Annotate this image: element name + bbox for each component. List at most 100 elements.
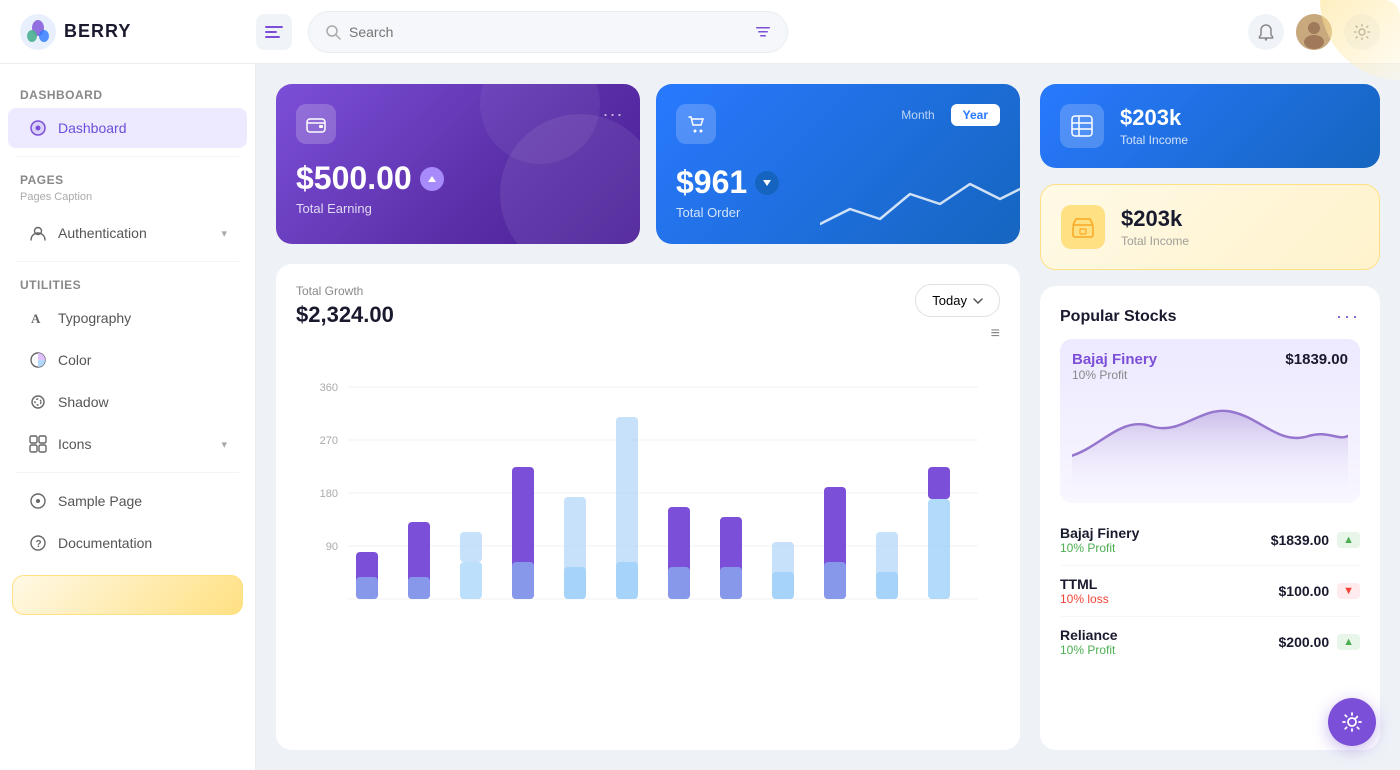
sidebar-item-shadow[interactable]: Shadow bbox=[8, 382, 247, 422]
main-right: $203k Total Income $203k Total Income bbox=[1040, 84, 1380, 750]
featured-stock-name: Bajaj Finery bbox=[1072, 351, 1157, 368]
logo-text: BERRY bbox=[64, 21, 131, 42]
card1-more-button[interactable]: ... bbox=[603, 100, 624, 121]
stock-bajaj-name: Bajaj Finery bbox=[1060, 525, 1139, 541]
chart-value: $2,324.00 bbox=[296, 302, 394, 328]
featured-stock-header: Bajaj Finery 10% Profit $1839.00 bbox=[1072, 351, 1348, 382]
fab-gear-icon bbox=[1341, 711, 1363, 733]
table-icon bbox=[1070, 114, 1094, 138]
main-left: ... $500.00 Total Earning bbox=[276, 84, 1020, 750]
sidebar-item-documentation[interactable]: ? Documentation bbox=[8, 523, 247, 563]
sidebar-item-typography-label: Typography bbox=[58, 310, 131, 326]
search-bar bbox=[308, 11, 788, 53]
stock-bajaj-badge: ▲ bbox=[1337, 532, 1360, 548]
income-icon-box-yellow bbox=[1061, 205, 1105, 249]
tab-month[interactable]: Month bbox=[889, 104, 946, 126]
stock-item-ttml-left: TTML 10% loss bbox=[1060, 576, 1109, 606]
featured-stock-chart bbox=[1072, 386, 1348, 486]
chart-header: Total Growth $2,324.00 Today ≡ bbox=[296, 284, 1000, 351]
card2-tabs: Month Year bbox=[889, 104, 1000, 126]
stock-ttml-badge: ▼ bbox=[1337, 583, 1360, 599]
sidebar-divider-2 bbox=[16, 261, 239, 262]
stock-reliance-badge: ▲ bbox=[1337, 634, 1360, 650]
stock-bajaj-status: 10% Profit bbox=[1060, 541, 1139, 555]
cards-row: ... $500.00 Total Earning bbox=[276, 84, 1020, 244]
dashboard-icon bbox=[28, 118, 48, 138]
income-label-yellow: Total Income bbox=[1121, 234, 1189, 248]
stock-list: Bajaj Finery 10% Profit $1839.00 ▲ TTML … bbox=[1060, 515, 1360, 667]
stock-reliance-status: 10% Profit bbox=[1060, 643, 1118, 657]
sidebar-banner bbox=[12, 575, 243, 615]
documentation-icon: ? bbox=[28, 533, 48, 553]
fab-button[interactable] bbox=[1328, 698, 1376, 746]
sidebar-item-sample-page[interactable]: Sample Page bbox=[8, 481, 247, 521]
authentication-chevron: ▾ bbox=[221, 227, 227, 240]
chart-card: Total Growth $2,324.00 Today ≡ bbox=[276, 264, 1020, 750]
sidebar-item-color[interactable]: Color bbox=[8, 340, 247, 380]
shopping-icon bbox=[685, 113, 707, 135]
sidebar-section-pages: Pages bbox=[0, 165, 255, 191]
stock-item-reliance-left: Reliance 10% Profit bbox=[1060, 627, 1118, 657]
notification-button[interactable] bbox=[1248, 14, 1284, 50]
stock-ttml-price: $100.00 bbox=[1279, 583, 1330, 599]
shadow-icon bbox=[28, 392, 48, 412]
chart-area: 360 270 180 90 bbox=[296, 367, 1000, 627]
main-content: ... $500.00 Total Earning bbox=[256, 64, 1400, 770]
arrow-down-icon bbox=[762, 178, 772, 188]
total-income-card-blue: $203k Total Income bbox=[1040, 84, 1380, 168]
arrow-up-icon bbox=[427, 174, 437, 184]
bell-icon bbox=[1257, 23, 1275, 41]
svg-text:360: 360 bbox=[320, 382, 338, 394]
sidebar-item-authentication[interactable]: Authentication ▾ bbox=[8, 213, 247, 253]
sample-page-icon bbox=[28, 491, 48, 511]
sidebar-item-typography[interactable]: A Typography bbox=[8, 298, 247, 338]
typography-icon: A bbox=[28, 308, 48, 328]
stock-reliance-name: Reliance bbox=[1060, 627, 1118, 643]
income-label-blue: Total Income bbox=[1120, 133, 1188, 147]
logo-icon bbox=[20, 14, 56, 50]
sidebar-item-dashboard[interactable]: Dashboard bbox=[8, 108, 247, 148]
sidebar-item-dashboard-label: Dashboard bbox=[58, 120, 127, 136]
total-income-card-yellow: $203k Total Income bbox=[1040, 184, 1380, 270]
authentication-icon bbox=[28, 223, 48, 243]
sidebar-item-sample-page-label: Sample Page bbox=[58, 493, 142, 509]
search-input[interactable] bbox=[349, 24, 747, 40]
stock-ttml-name: TTML bbox=[1060, 576, 1109, 592]
card1-icon-box bbox=[296, 104, 336, 144]
svg-text:270: 270 bbox=[320, 435, 338, 447]
sidebar-section-dashboard: Dashboard bbox=[0, 80, 255, 106]
tab-year[interactable]: Year bbox=[951, 104, 1000, 126]
today-button[interactable]: Today bbox=[915, 284, 1000, 317]
logo-area: BERRY bbox=[20, 14, 240, 50]
chart-title: Total Growth bbox=[296, 284, 394, 298]
chart-info: Total Growth $2,324.00 bbox=[296, 284, 394, 328]
popular-stocks-card: Popular Stocks ··· Bajaj Finery 10% Prof… bbox=[1040, 286, 1380, 750]
stocks-title: Popular Stocks bbox=[1060, 308, 1176, 326]
sidebar-item-icons[interactable]: Icons ▾ bbox=[8, 424, 247, 464]
svg-text:A: A bbox=[31, 311, 41, 326]
income-value-blue: $203k bbox=[1120, 105, 1188, 131]
chart-menu-button[interactable]: ≡ bbox=[991, 325, 1000, 343]
menu-button[interactable] bbox=[256, 14, 292, 50]
hamburger-icon bbox=[265, 26, 283, 38]
sidebar: Dashboard Dashboard Pages Pages Caption … bbox=[0, 64, 256, 770]
wave-chart bbox=[820, 164, 1020, 244]
featured-stock-area: Bajaj Finery 10% Profit $1839.00 bbox=[1060, 339, 1360, 503]
dropdown-arrow-icon bbox=[973, 298, 983, 304]
color-icon bbox=[28, 350, 48, 370]
stock-ttml-status: 10% loss bbox=[1060, 592, 1109, 606]
icons-icon bbox=[28, 434, 48, 454]
stocks-more-button[interactable]: ··· bbox=[1336, 306, 1360, 327]
sidebar-item-color-label: Color bbox=[58, 352, 91, 368]
income-info-blue: $203k Total Income bbox=[1120, 105, 1188, 147]
income-value-yellow: $203k bbox=[1121, 206, 1189, 232]
card2-down-badge bbox=[755, 171, 779, 195]
card2-icon-box bbox=[676, 104, 716, 144]
total-order-card: Month Year $961 Total Order bbox=[656, 84, 1020, 244]
featured-stock-value: $1839.00 bbox=[1285, 351, 1348, 382]
featured-stock-info: Bajaj Finery 10% Profit bbox=[1072, 351, 1157, 382]
filter-icon[interactable] bbox=[755, 24, 771, 40]
store-icon bbox=[1071, 215, 1095, 239]
sidebar-divider-1 bbox=[16, 156, 239, 157]
search-icon bbox=[325, 24, 341, 40]
